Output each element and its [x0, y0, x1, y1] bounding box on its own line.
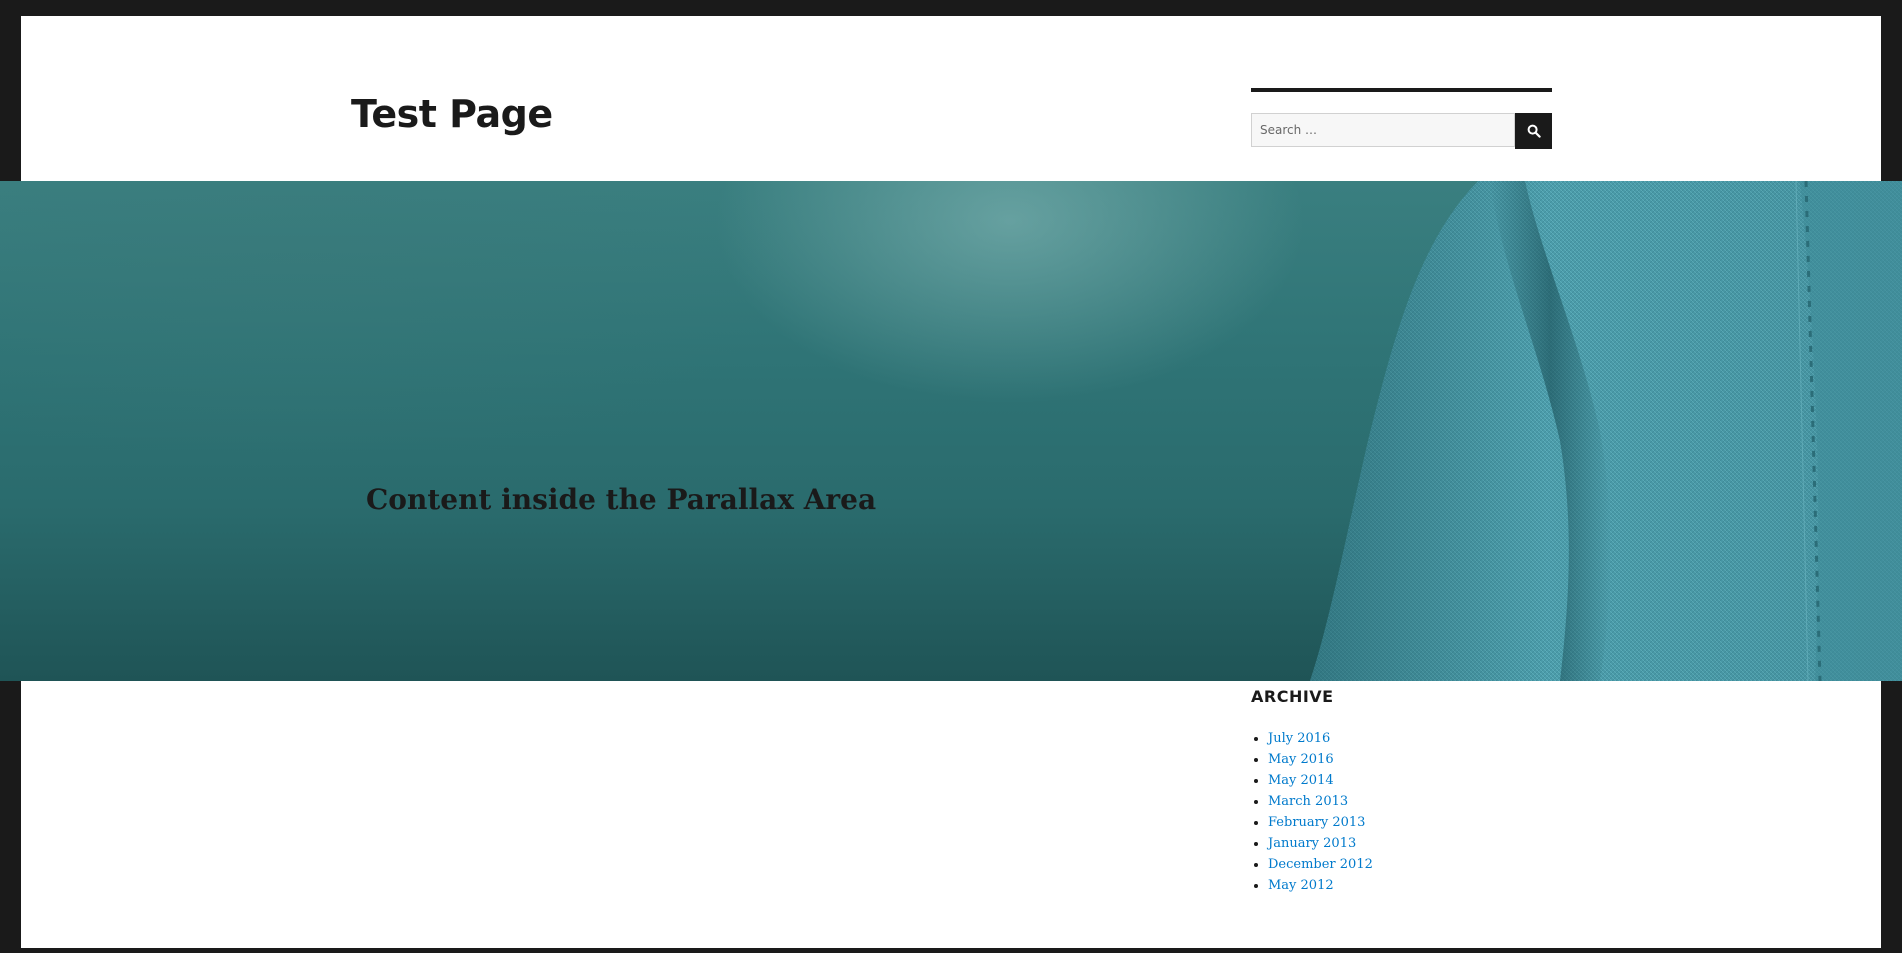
- search-icon: [1527, 124, 1541, 138]
- archive-list-item: July 2016: [1268, 728, 1373, 749]
- archive-list-item: January 2013: [1268, 833, 1373, 854]
- archive-link-december-2012[interactable]: December 2012: [1268, 857, 1373, 872]
- archive-widget-title: ARCHIVE: [1251, 687, 1334, 706]
- search-form: [1251, 113, 1552, 149]
- parallax-area: Content inside the Parallax Area: [0, 181, 1902, 681]
- archive-list: July 2016 May 2016 May 2014 March 2013 F…: [1251, 728, 1373, 896]
- archive-list-item: March 2013: [1268, 791, 1373, 812]
- archive-list-item: February 2013: [1268, 812, 1373, 833]
- fabric-background-image: [1310, 181, 1902, 681]
- archive-link-july-2016[interactable]: July 2016: [1268, 731, 1330, 746]
- archive-link-february-2013[interactable]: February 2013: [1268, 815, 1365, 830]
- archive-link-march-2013[interactable]: March 2013: [1268, 794, 1348, 809]
- archive-link-may-2016[interactable]: May 2016: [1268, 752, 1334, 767]
- archive-link-january-2013[interactable]: January 2013: [1268, 836, 1356, 851]
- archive-list-item: December 2012: [1268, 854, 1373, 875]
- archive-link-may-2014[interactable]: May 2014: [1268, 773, 1334, 788]
- widget-divider: [1251, 88, 1552, 92]
- search-button[interactable]: [1515, 113, 1552, 149]
- parallax-heading: Content inside the Parallax Area: [366, 483, 877, 516]
- archive-list-item: May 2012: [1268, 875, 1373, 896]
- search-input[interactable]: [1251, 113, 1515, 147]
- site-title[interactable]: Test Page: [351, 92, 553, 136]
- archive-link-may-2012[interactable]: May 2012: [1268, 878, 1334, 893]
- archive-list-item: May 2016: [1268, 749, 1373, 770]
- archive-list-item: May 2014: [1268, 770, 1373, 791]
